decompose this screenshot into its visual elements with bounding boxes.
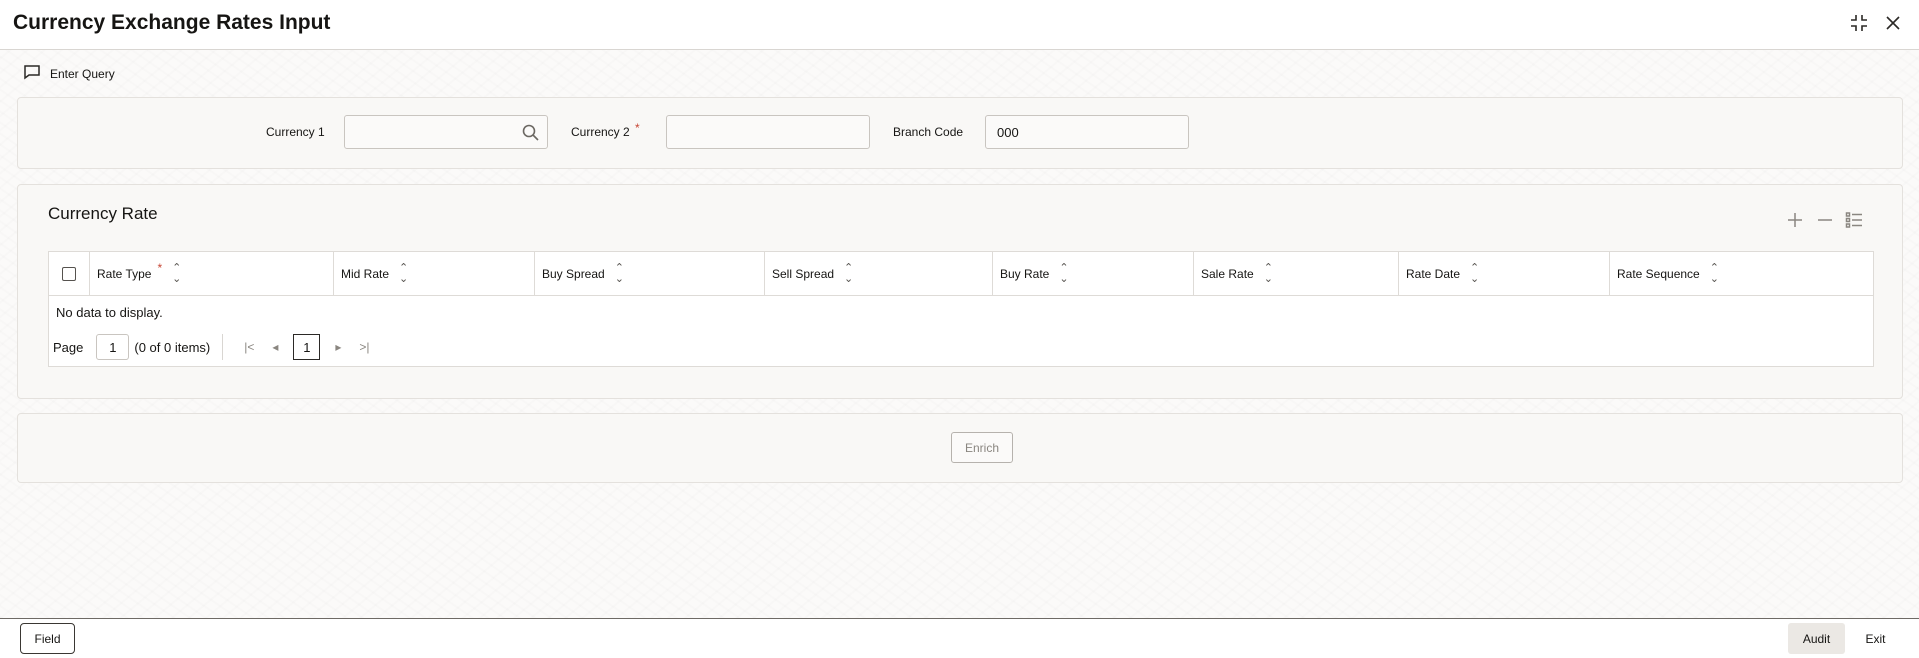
currency1-label: Currency 1	[266, 125, 325, 139]
branch-code-input[interactable]: 000	[985, 115, 1189, 149]
empty-table-message: No data to display.	[56, 305, 163, 320]
rate-type-required-marker: *	[157, 261, 163, 275]
next-page-icon[interactable]: ▸	[335, 340, 341, 354]
sort-icon[interactable]: ⌃ ⌄	[1264, 263, 1273, 285]
select-all-cell	[49, 252, 89, 296]
table-header: Rate Type * ⌃ ⌄ Mid Rate ⌃ ⌄ Buy Spread ⌃ ⌄…	[49, 252, 1873, 296]
field-button[interactable]: Field	[20, 623, 75, 654]
collapse-icon[interactable]	[1847, 11, 1871, 35]
currency-rate-title: Currency Rate	[48, 204, 158, 223]
enter-query-button[interactable]: Enter Query	[23, 64, 115, 83]
column-header-rate-type[interactable]: Rate Type * ⌃ ⌄	[89, 252, 333, 296]
page-title: Currency Exchange Rates Input	[13, 11, 331, 34]
page-input[interactable]: 1	[96, 334, 130, 360]
select-all-checkbox[interactable]	[62, 267, 76, 281]
sort-icon[interactable]: ⌃ ⌄	[844, 263, 853, 285]
column-header-rate-date[interactable]: Rate Date ⌃ ⌄	[1398, 252, 1609, 296]
close-icon[interactable]	[1881, 11, 1905, 35]
currency2-label: Currency 2	[571, 125, 630, 139]
chat-bubble-icon	[23, 64, 41, 83]
pagination: Page 1 (0 of 0 items) |< ◂ 1 ▸ >|	[53, 334, 379, 360]
add-icon[interactable]	[1786, 211, 1804, 232]
page-label: Page	[53, 339, 84, 355]
last-page-icon[interactable]: >|	[359, 340, 369, 354]
column-header-rate-sequence[interactable]: Rate Sequence ⌃ ⌄	[1609, 252, 1873, 296]
currency-rate-panel: Currency Rate Rate Type * ⌃ ⌄ Mid Rate ⌃ ⌄	[17, 184, 1903, 399]
enrich-panel: Enrich	[17, 413, 1903, 483]
currency1-input[interactable]	[344, 115, 548, 149]
query-panel: Currency 1 Currency 2 * Branch Code 000	[17, 97, 1903, 169]
sort-icon[interactable]: ⌃ ⌄	[615, 263, 624, 285]
footer-divider	[0, 618, 1919, 619]
audit-button[interactable]: Audit	[1788, 623, 1845, 654]
previous-page-icon[interactable]: ◂	[272, 340, 278, 354]
remove-icon[interactable]	[1816, 211, 1834, 232]
first-page-icon[interactable]: |<	[244, 340, 254, 354]
sort-icon[interactable]: ⌃ ⌄	[172, 263, 181, 285]
column-header-mid-rate[interactable]: Mid Rate ⌃ ⌄	[333, 252, 534, 296]
currency2-required-marker: *	[635, 121, 640, 135]
exit-button[interactable]: Exit	[1850, 623, 1901, 654]
sort-icon[interactable]: ⌃ ⌄	[399, 263, 408, 285]
currency2-input[interactable]	[666, 115, 870, 149]
column-header-buy-rate[interactable]: Buy Rate ⌃ ⌄	[992, 252, 1193, 296]
enrich-button[interactable]: Enrich	[951, 432, 1013, 463]
branch-code-label: Branch Code	[893, 125, 964, 139]
current-page-button[interactable]: 1	[293, 334, 321, 360]
items-count: (0 of 0 items)	[134, 339, 211, 355]
column-header-sell-spread[interactable]: Sell Spread ⌃ ⌄	[764, 252, 992, 296]
title-divider	[0, 49, 1919, 50]
currency-rate-table: Rate Type * ⌃ ⌄ Mid Rate ⌃ ⌄ Buy Spread ⌃ ⌄…	[48, 251, 1874, 367]
pager-divider	[222, 334, 224, 360]
list-icon[interactable]	[1845, 211, 1863, 232]
column-header-buy-spread[interactable]: Buy Spread ⌃ ⌄	[534, 252, 764, 296]
column-header-sale-rate[interactable]: Sale Rate ⌃ ⌄	[1193, 252, 1398, 296]
sort-icon[interactable]: ⌃ ⌄	[1470, 263, 1479, 285]
sort-icon[interactable]: ⌃ ⌄	[1710, 263, 1719, 285]
enter-query-label: Enter Query	[50, 66, 115, 81]
sort-icon[interactable]: ⌃ ⌄	[1059, 263, 1068, 285]
search-icon[interactable]	[522, 124, 539, 144]
